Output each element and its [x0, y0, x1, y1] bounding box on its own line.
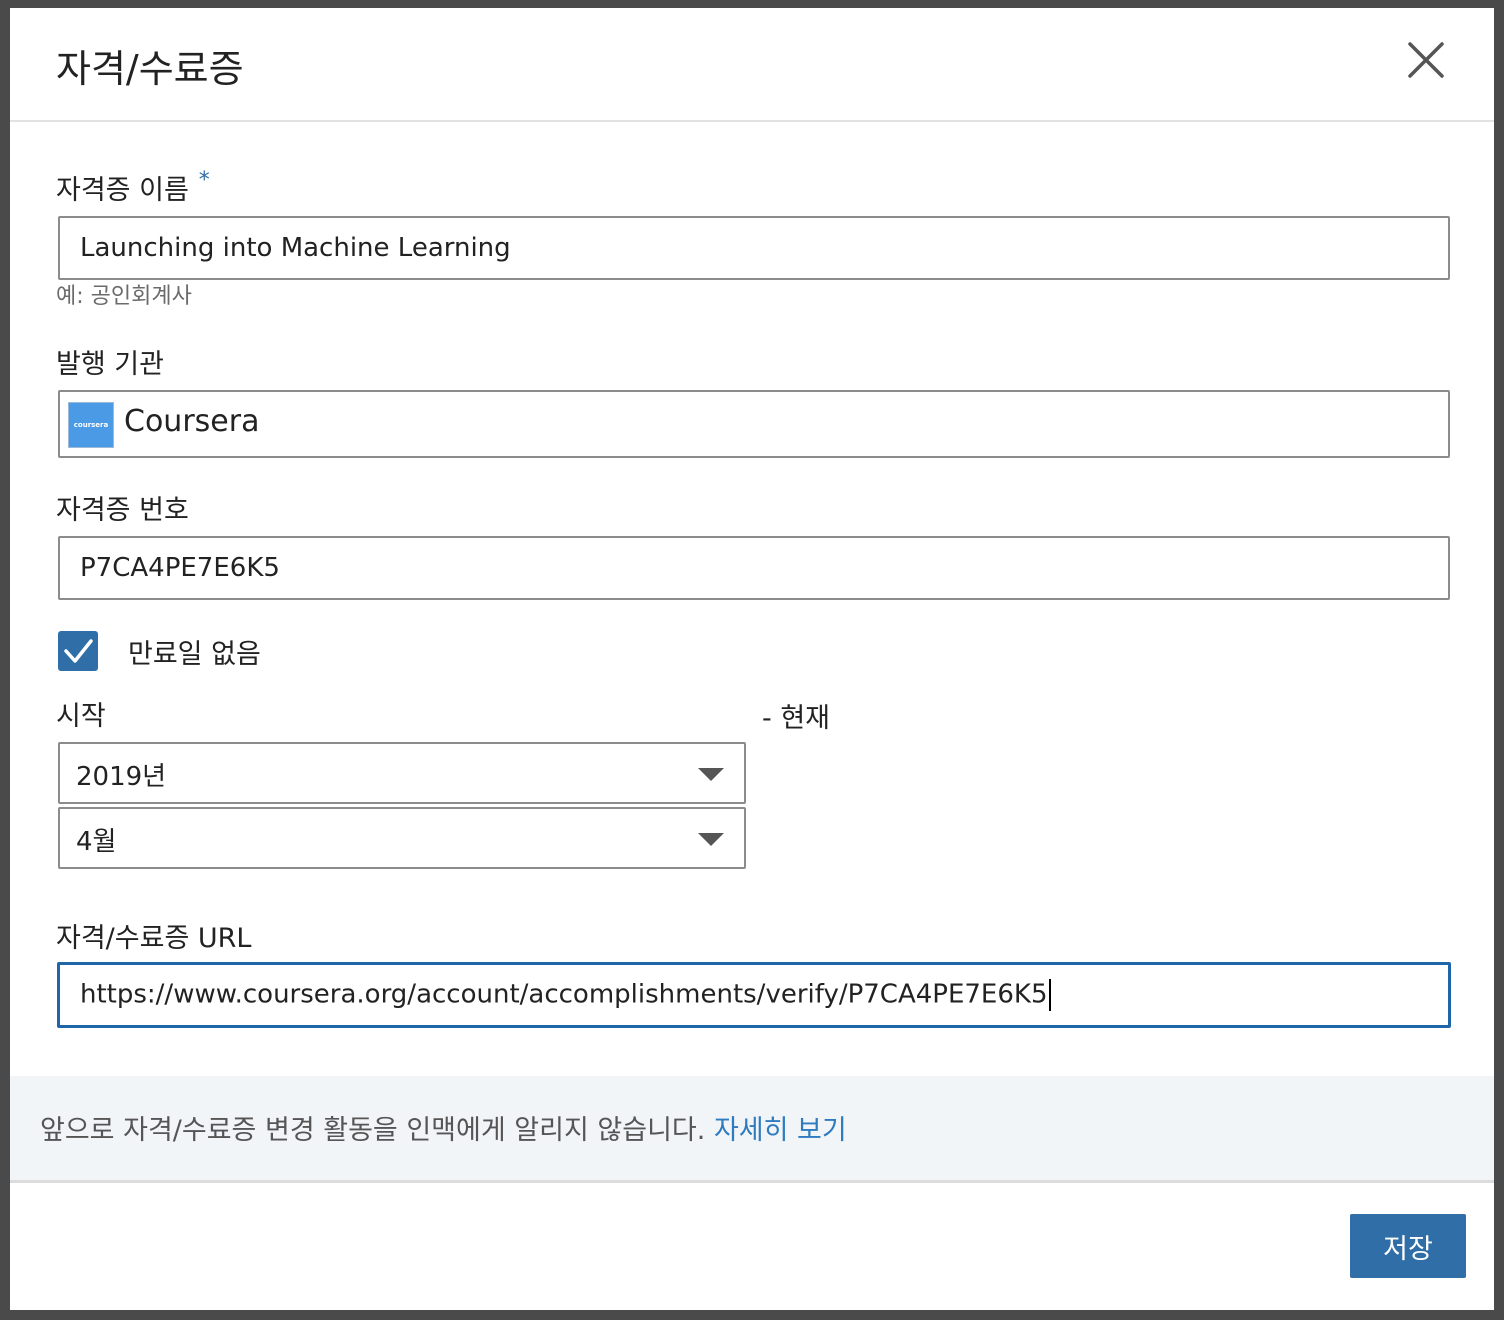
- save-button[interactable]: 저장: [1350, 1214, 1466, 1278]
- chevron-down-icon: [698, 833, 724, 846]
- start-year-value: 2019년: [76, 762, 167, 792]
- name-label: 자격증 이름 *: [56, 168, 210, 207]
- required-marker: *: [198, 168, 210, 193]
- certification-name-input[interactable]: [58, 216, 1450, 280]
- learn-more-link[interactable]: 자세히 보기: [714, 1115, 847, 1146]
- name-helper-text: 예: 공인회계사: [56, 284, 192, 309]
- url-label: 자격/수료증 URL: [56, 923, 252, 954]
- name-label-text: 자격증 이름: [56, 175, 189, 206]
- certification-url-input[interactable]: https://www.coursera.org/account/accompl…: [57, 962, 1451, 1028]
- dialog-title: 자격/수료증: [56, 47, 244, 91]
- url-value: https://www.coursera.org/account/accompl…: [80, 979, 1051, 1011]
- coursera-logo: coursera: [68, 402, 114, 448]
- share-notice: 앞으로 자격/수료증 변경 활동을 인맥에게 알리지 않습니다. 자세히 보기: [40, 1108, 847, 1147]
- start-month-value: 4월: [76, 827, 117, 857]
- chevron-down-icon: [698, 768, 724, 781]
- issuer-name: Coursera: [124, 404, 260, 439]
- close-button[interactable]: [1402, 36, 1450, 84]
- close-icon: [1408, 42, 1444, 78]
- dialog-header: 자격/수료증: [10, 8, 1494, 122]
- issuer-logo-text: coursera: [73, 421, 109, 429]
- certification-dialog: 자격/수료증 자격증 이름 * 예: 공인회계사 발행 기관 coursera C…: [10, 8, 1494, 1310]
- credential-id-input[interactable]: [58, 536, 1450, 600]
- credential-id-label: 자격증 번호: [56, 495, 189, 526]
- checkmark-icon: [64, 639, 93, 663]
- no-expiry-label: 만료일 없음: [128, 639, 261, 670]
- url-text: https://www.coursera.org/account/accompl…: [80, 979, 1048, 1010]
- start-year-select[interactable]: 2019년: [58, 742, 746, 804]
- text-cursor: [1048, 979, 1051, 1011]
- issuing-organization-input[interactable]: coursera Coursera: [58, 390, 1450, 458]
- share-notice-bar: 앞으로 자격/수료증 변경 활동을 인맥에게 알리지 않습니다. 자세히 보기: [10, 1076, 1494, 1183]
- issuer-label: 발행 기관: [56, 349, 164, 380]
- start-month-select[interactable]: 4월: [58, 807, 746, 869]
- start-date-label: 시작: [56, 701, 106, 732]
- share-notice-text: 앞으로 자격/수료증 변경 활동을 인맥에게 알리지 않습니다.: [40, 1115, 706, 1146]
- end-date-present: - 현재: [762, 703, 831, 734]
- no-expiry-checkbox[interactable]: [58, 631, 98, 671]
